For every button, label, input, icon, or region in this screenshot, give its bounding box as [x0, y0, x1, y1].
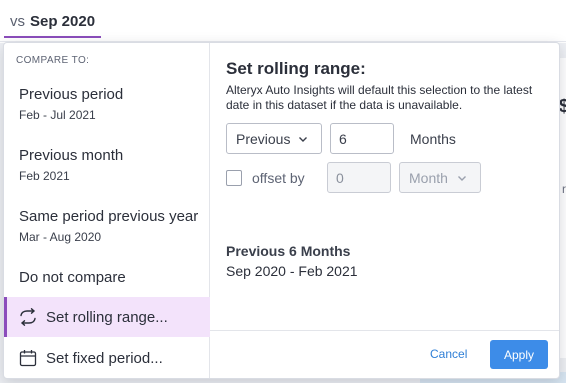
- range-summary-title: Previous 6 Months: [226, 243, 351, 259]
- chevron-down-icon: [452, 168, 472, 188]
- vs-prefix: vs: [10, 12, 25, 30]
- compare-options-list: COMPARE TO: Previous period Feb - Jul 20…: [4, 43, 210, 378]
- offset-value-input[interactable]: [327, 162, 391, 193]
- compare-popover: COMPARE TO: Previous period Feb - Jul 20…: [3, 42, 560, 379]
- option-previous-period[interactable]: Previous period Feb - Jul 2021: [4, 86, 210, 122]
- compare-period-value: Sep 2020: [30, 12, 96, 30]
- calendar-icon: [18, 348, 38, 368]
- background-card-text: rt: [562, 182, 566, 196]
- offset-unit-value: Month: [409, 169, 448, 186]
- option-set-rolling-range[interactable]: Set rolling range...: [4, 297, 210, 337]
- range-count-input[interactable]: [330, 123, 394, 154]
- panel-title: Set rolling range:: [226, 59, 366, 78]
- option-previous-month[interactable]: Previous month Feb 2021: [4, 147, 210, 183]
- rolling-range-icon: [18, 307, 38, 327]
- offset-checkbox[interactable]: [226, 170, 242, 186]
- offset-unit-select[interactable]: Month: [399, 162, 481, 193]
- compare-period-chip[interactable]: vs Sep 2020: [4, 6, 102, 38]
- option-set-fixed-period[interactable]: Set fixed period...: [4, 338, 210, 378]
- range-unit-label: Months: [410, 131, 456, 147]
- footer-divider: [210, 330, 559, 331]
- option-same-period-previous-year[interactable]: Same period previous year Mar - Aug 2020: [4, 208, 210, 244]
- cancel-button[interactable]: Cancel: [430, 347, 467, 361]
- top-bar: vs Sep 2020: [0, 0, 566, 42]
- option-label: Set rolling range...: [46, 308, 168, 326]
- range-summary-dates: Sep 2020 - Feb 2021: [226, 263, 358, 279]
- option-label: Same period previous year: [19, 208, 199, 225]
- direction-select[interactable]: Previous: [226, 123, 322, 154]
- offset-label: offset by: [252, 170, 305, 186]
- option-sublabel: Feb - Jul 2021: [19, 108, 96, 122]
- chevron-down-icon: [293, 129, 313, 149]
- panel-description: Alteryx Auto Insights will default this …: [226, 83, 533, 112]
- option-label: Set fixed period...: [46, 349, 163, 367]
- apply-button[interactable]: Apply: [490, 340, 548, 369]
- compare-to-heading: COMPARE TO:: [16, 55, 90, 66]
- option-do-not-compare[interactable]: Do not compare: [4, 269, 210, 286]
- background-card-value: $: [559, 96, 566, 116]
- option-sublabel: Feb 2021: [19, 169, 70, 183]
- option-label: Previous period: [19, 86, 124, 103]
- option-sublabel: Mar - Aug 2020: [19, 230, 102, 244]
- direction-select-value: Previous: [236, 130, 291, 147]
- rolling-range-panel: Set rolling range: Alteryx Auto Insights…: [210, 43, 559, 378]
- option-label: Do not compare: [19, 269, 126, 286]
- option-label: Previous month: [19, 147, 124, 164]
